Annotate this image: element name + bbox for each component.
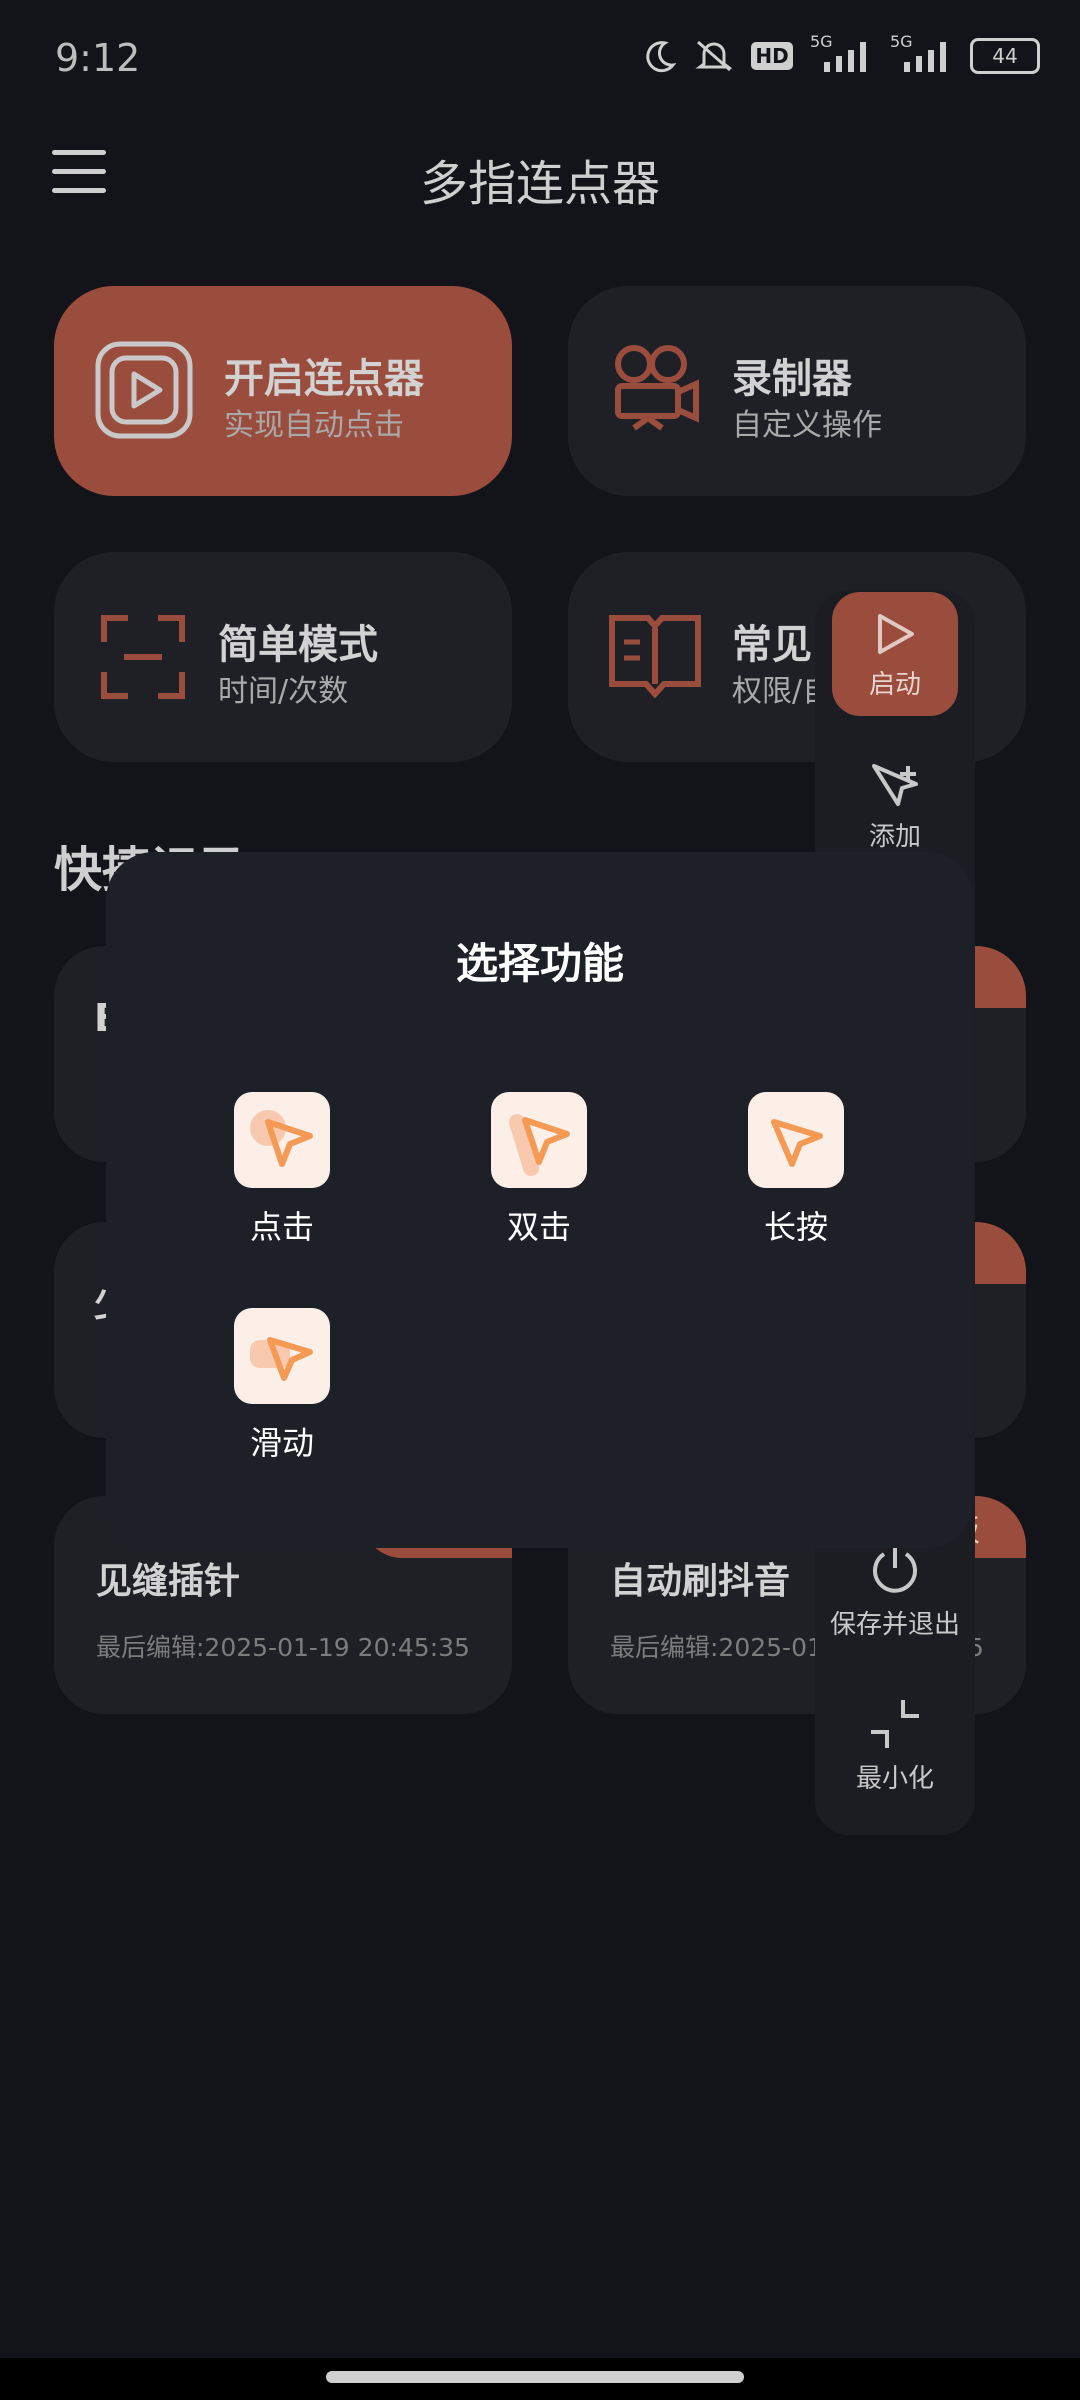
power-icon bbox=[868, 1542, 922, 1596]
option-double-click-label: 双击 bbox=[506, 1208, 571, 1246]
camera-icon bbox=[612, 342, 702, 442]
start-card-subtitle: 实现自动点击 bbox=[224, 408, 404, 443]
home-gesture-bar[interactable] bbox=[326, 2371, 744, 2383]
float-minimize-button[interactable]: 最小化 bbox=[815, 1696, 975, 1795]
minimize-icon bbox=[867, 1696, 923, 1752]
battery-level: 44 bbox=[992, 44, 1018, 68]
double-tap-cursor-icon bbox=[491, 1092, 587, 1188]
battery-icon: 44 bbox=[970, 38, 1040, 74]
play-icon bbox=[94, 340, 194, 444]
option-double-click[interactable]: 双击 bbox=[469, 1092, 609, 1248]
dialog-title: 选择功能 bbox=[455, 939, 624, 988]
simple-mode-card[interactable]: 简单模式 时间/次数 bbox=[54, 552, 512, 762]
start-clicker-card[interactable]: 开启连点器 实现自动点击 bbox=[54, 286, 512, 496]
recorder-card[interactable]: 录制器 自定义操作 bbox=[568, 286, 1026, 496]
book-icon bbox=[608, 614, 702, 704]
swipe-cursor-icon bbox=[234, 1308, 330, 1404]
press-cursor-icon bbox=[748, 1092, 844, 1188]
float-save-exit-label: 保存并退出 bbox=[829, 1610, 960, 1640]
recorder-card-title: 录制器 bbox=[732, 356, 852, 402]
float-add-button[interactable]: 添加 bbox=[815, 760, 975, 853]
select-function-dialog: 选择功能 点击 双击 长按 滑动 bbox=[106, 852, 974, 1548]
network-label-2: 5G bbox=[890, 32, 913, 51]
option-swipe-label: 滑动 bbox=[249, 1424, 314, 1462]
float-save-exit-button[interactable]: 保存并退出 bbox=[815, 1542, 975, 1641]
option-swipe[interactable]: 滑动 bbox=[212, 1308, 352, 1464]
mute-icon bbox=[694, 38, 734, 74]
signal-icon: 5G bbox=[810, 32, 876, 74]
network-label-1: 5G bbox=[810, 32, 833, 51]
signal-icon-2: 5G bbox=[890, 32, 956, 74]
simple-card-title: 简单模式 bbox=[218, 622, 378, 668]
float-start-button[interactable]: 启动 bbox=[832, 592, 958, 716]
float-add-label: 添加 bbox=[868, 822, 921, 852]
play-icon bbox=[874, 612, 916, 660]
recorder-card-subtitle: 自定义操作 bbox=[732, 408, 882, 443]
page-title: 多指连点器 bbox=[419, 156, 660, 212]
option-click-label: 点击 bbox=[249, 1208, 314, 1246]
tap-cursor-icon bbox=[234, 1092, 330, 1188]
float-start-label: 启动 bbox=[868, 670, 921, 700]
option-click[interactable]: 点击 bbox=[212, 1092, 352, 1248]
hd-label: HD bbox=[751, 42, 793, 70]
option-long-press[interactable]: 长按 bbox=[726, 1092, 866, 1248]
add-cursor-icon bbox=[868, 760, 922, 810]
hd-icon: HD bbox=[748, 38, 796, 74]
simple-card-subtitle: 时间/次数 bbox=[218, 674, 349, 709]
status-icons: HD 5G 5G 44 bbox=[640, 32, 1040, 74]
list-item-meta: 最后编辑:2025-01-19 20:45:35 bbox=[96, 1633, 470, 1662]
float-minimize-label: 最小化 bbox=[855, 1764, 934, 1794]
list-item-title: 自动刷抖音 bbox=[610, 1561, 791, 1602]
list-item-title: 见缝插针 bbox=[96, 1561, 241, 1602]
moon-icon bbox=[640, 38, 680, 74]
start-card-title: 开启连点器 bbox=[224, 356, 424, 402]
status-bar: 9:12 HD 5G 5G 44 bbox=[0, 0, 1080, 120]
scan-icon bbox=[100, 614, 186, 704]
status-time: 9:12 bbox=[55, 36, 141, 80]
option-long-press-label: 长按 bbox=[763, 1208, 828, 1246]
